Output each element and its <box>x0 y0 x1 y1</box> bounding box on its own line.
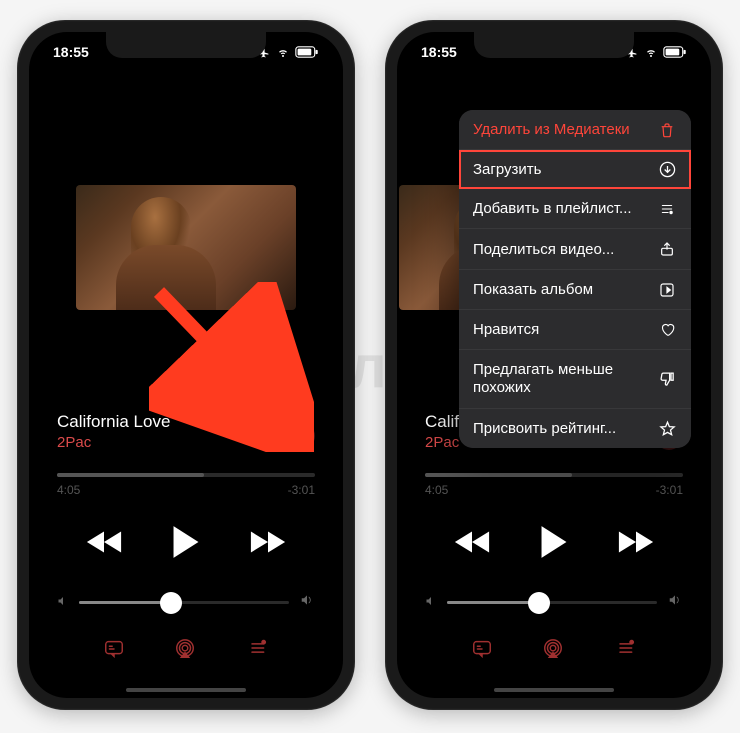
volume-slider[interactable] <box>79 601 289 604</box>
progress-bar[interactable] <box>57 473 315 477</box>
menu-item-show-album[interactable]: Показать альбом <box>459 270 691 310</box>
menu-item-label: Предлагать меньше похожих <box>473 361 659 397</box>
queue-button[interactable] <box>244 638 270 665</box>
home-indicator[interactable] <box>494 688 614 692</box>
screen-left: 18:55 Califor <box>29 32 343 698</box>
volume-knob[interactable] <box>528 592 550 614</box>
volume-high-icon <box>667 593 683 612</box>
trash-icon <box>657 122 677 138</box>
download-icon <box>657 161 677 178</box>
menu-item-label: Поделиться видео... <box>473 241 614 258</box>
screen-right: 18:55 Califor <box>397 32 711 698</box>
battery-icon <box>663 46 687 58</box>
album-icon <box>657 282 677 298</box>
wifi-icon <box>643 46 659 58</box>
menu-item-label: Присвоить рейтинг... <box>473 420 616 437</box>
battery-icon <box>295 46 319 58</box>
forward-button[interactable] <box>249 530 287 554</box>
track-title: California Love <box>57 412 315 432</box>
rewind-button[interactable] <box>453 530 491 554</box>
track-artist[interactable]: 2Pac <box>57 434 315 451</box>
time-remaining: -3:01 <box>656 483 683 497</box>
status-time: 18:55 <box>53 44 89 60</box>
forward-button[interactable] <box>617 530 655 554</box>
ellipsis-icon: ••• <box>291 427 311 445</box>
status-icons <box>256 46 319 59</box>
play-button[interactable] <box>171 525 201 559</box>
volume-low-icon <box>57 594 69 612</box>
playlist-add-icon <box>657 202 677 216</box>
progress-area[interactable]: 4:05 -3:01 <box>425 473 683 497</box>
airplay-button[interactable] <box>172 638 198 665</box>
status-time: 18:55 <box>421 44 457 60</box>
rewind-button[interactable] <box>85 530 123 554</box>
context-menu: Удалить из Медиатеки Загрузить Добавить … <box>459 110 691 448</box>
lyrics-button[interactable] <box>102 638 126 665</box>
star-icon <box>657 420 677 437</box>
menu-item-label: Загрузить <box>473 161 542 178</box>
progress-area[interactable]: 4:05 -3:01 <box>57 473 315 497</box>
menu-item-suggest-less[interactable]: Предлагать меньше похожих <box>459 350 691 409</box>
menu-item-label: Показать альбом <box>473 281 593 298</box>
menu-item-add-playlist[interactable]: Добавить в плейлист... <box>459 189 691 229</box>
progress-fill <box>425 473 572 477</box>
menu-item-delete[interactable]: Удалить из Медиатеки <box>459 110 691 150</box>
thumbs-down-icon <box>659 371 677 388</box>
heart-icon <box>657 322 677 337</box>
queue-button[interactable] <box>612 638 638 665</box>
menu-item-like[interactable]: Нравится <box>459 310 691 350</box>
progress-bar[interactable] <box>425 473 683 477</box>
more-options-button[interactable]: ••• <box>287 422 315 450</box>
time-elapsed: 4:05 <box>425 483 448 497</box>
menu-item-share[interactable]: Поделиться видео... <box>459 229 691 270</box>
status-icons <box>624 46 687 59</box>
notch <box>106 32 266 58</box>
play-button[interactable] <box>539 525 569 559</box>
volume-fill <box>79 601 171 604</box>
video-thumbnail[interactable] <box>76 185 296 310</box>
menu-item-download[interactable]: Загрузить <box>459 150 691 189</box>
volume-slider[interactable] <box>447 601 657 604</box>
volume-fill <box>447 601 539 604</box>
volume-high-icon <box>299 593 315 612</box>
phone-frame-right: 18:55 Califor <box>385 20 723 710</box>
progress-fill <box>57 473 204 477</box>
home-indicator[interactable] <box>126 688 246 692</box>
share-icon <box>657 240 677 258</box>
lyrics-button[interactable] <box>470 638 494 665</box>
menu-item-rate[interactable]: Присвоить рейтинг... <box>459 409 691 448</box>
video-area <box>29 162 343 332</box>
wifi-icon <box>275 46 291 58</box>
time-elapsed: 4:05 <box>57 483 80 497</box>
airplay-button[interactable] <box>540 638 566 665</box>
volume-low-icon <box>425 594 437 612</box>
time-remaining: -3:01 <box>288 483 315 497</box>
menu-item-label: Добавить в плейлист... <box>473 200 632 217</box>
menu-item-label: Удалить из Медиатеки <box>473 121 630 138</box>
phone-frame-left: 18:55 Califor <box>17 20 355 710</box>
menu-item-label: Нравится <box>473 321 539 338</box>
volume-knob[interactable] <box>160 592 182 614</box>
notch <box>474 32 634 58</box>
